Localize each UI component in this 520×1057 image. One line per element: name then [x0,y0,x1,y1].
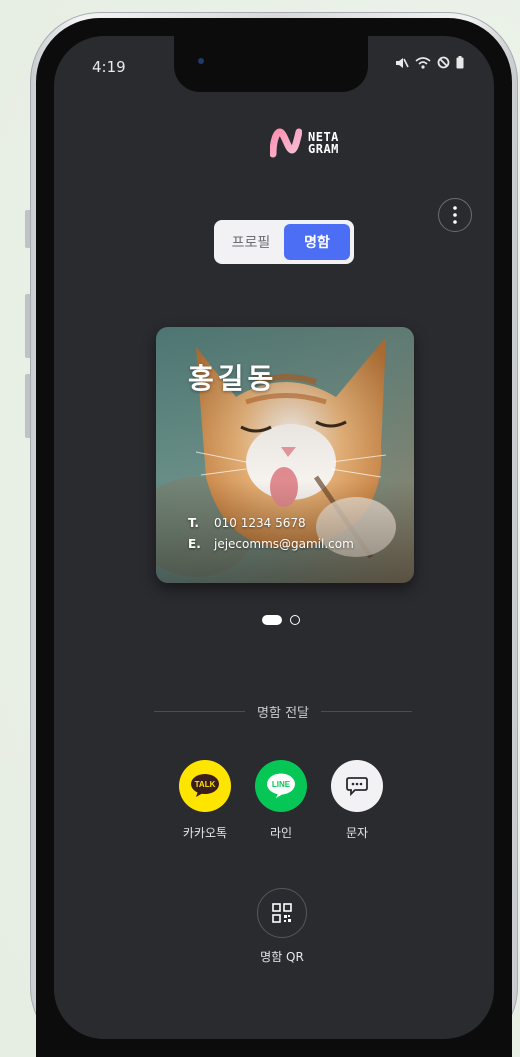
sms-icon[interactable] [331,760,383,812]
wifi-icon [415,56,431,69]
line-icon[interactable]: LINE [255,760,307,812]
mute-icon [396,57,409,68]
front-camera [198,58,204,64]
share-qr[interactable]: 명함 QR [257,888,307,965]
volume-down-button [25,374,30,438]
card-contact: T. 010 1234 5678 E. jejecomms@gamil.com [188,513,354,555]
phone-bezel: 4:19 NETA GRAM 프로필 명함 홍길동 T. 010 1234 56… [36,18,512,1057]
card-phone-row: T. 010 1234 5678 [188,513,354,534]
share-kakaotalk[interactable]: TALK 카카오톡 [179,760,231,841]
mute-switch [25,210,30,248]
card-email-key: E. [188,537,201,551]
qr-code-icon [272,903,292,923]
more-menu-button[interactable] [438,198,472,232]
divider-line-right [321,711,413,712]
share-label-line: 라인 [269,826,293,840]
status-icons [395,56,464,69]
volume-up-button [25,294,30,358]
share-label-sms: 문자 [345,826,369,840]
app-logo: NETA GRAM [270,128,339,158]
share-line[interactable]: LINE 라인 [255,760,307,841]
share-options: TALK 카카오톡 LINE 라인 문자 [179,760,383,841]
chat-bubble-icon [346,777,368,796]
kakaotalk-bubble-icon: TALK [191,774,219,797]
kakaotalk-icon[interactable]: TALK [179,760,231,812]
view-toggle: 프로필 명함 [214,220,354,264]
tab-profile[interactable]: 프로필 [218,224,284,260]
card-pagination [262,615,300,625]
share-divider: 명함 전달 [154,702,413,721]
screen: 4:19 NETA GRAM 프로필 명함 홍길동 T. 010 1234 56… [54,36,494,1039]
qr-label: 명함 QR [260,950,304,964]
line-badge: LINE [272,780,291,789]
battery-icon [456,56,464,69]
do-not-disturb-icon [437,56,450,69]
card-email-row: E. jejecomms@gamil.com [188,534,354,555]
logo-wordmark: NETA GRAM [308,131,339,155]
card-name: 홍길동 [188,362,278,395]
logo-line-2: GRAM [308,142,339,156]
page-dot-active[interactable] [262,615,282,625]
card-phone-key: T. [188,516,199,530]
neta-logo-icon [270,128,302,158]
card-email: jejecomms@gamil.com [214,537,354,551]
kakaotalk-badge: TALK [195,780,216,789]
notch [174,36,368,92]
qr-code-button[interactable] [257,888,307,938]
tab-business-card[interactable]: 명함 [284,224,350,260]
status-time: 4:19 [92,58,126,76]
line-bubble-icon: LINE [267,773,295,798]
divider-line-left [154,711,246,712]
page-dot[interactable] [290,615,300,625]
more-vertical-icon [453,206,457,224]
business-card[interactable]: 홍길동 T. 010 1234 5678 E. jejecomms@gamil.co… [156,327,414,583]
share-title: 명함 전달 [257,706,309,721]
card-phone: 010 1234 5678 [214,516,306,530]
share-label-kakaotalk: 카카오톡 [182,826,228,840]
phone-frame: 4:19 NETA GRAM 프로필 명함 홍길동 T. 010 1234 56… [25,12,518,1057]
share-sms[interactable]: 문자 [331,760,383,841]
